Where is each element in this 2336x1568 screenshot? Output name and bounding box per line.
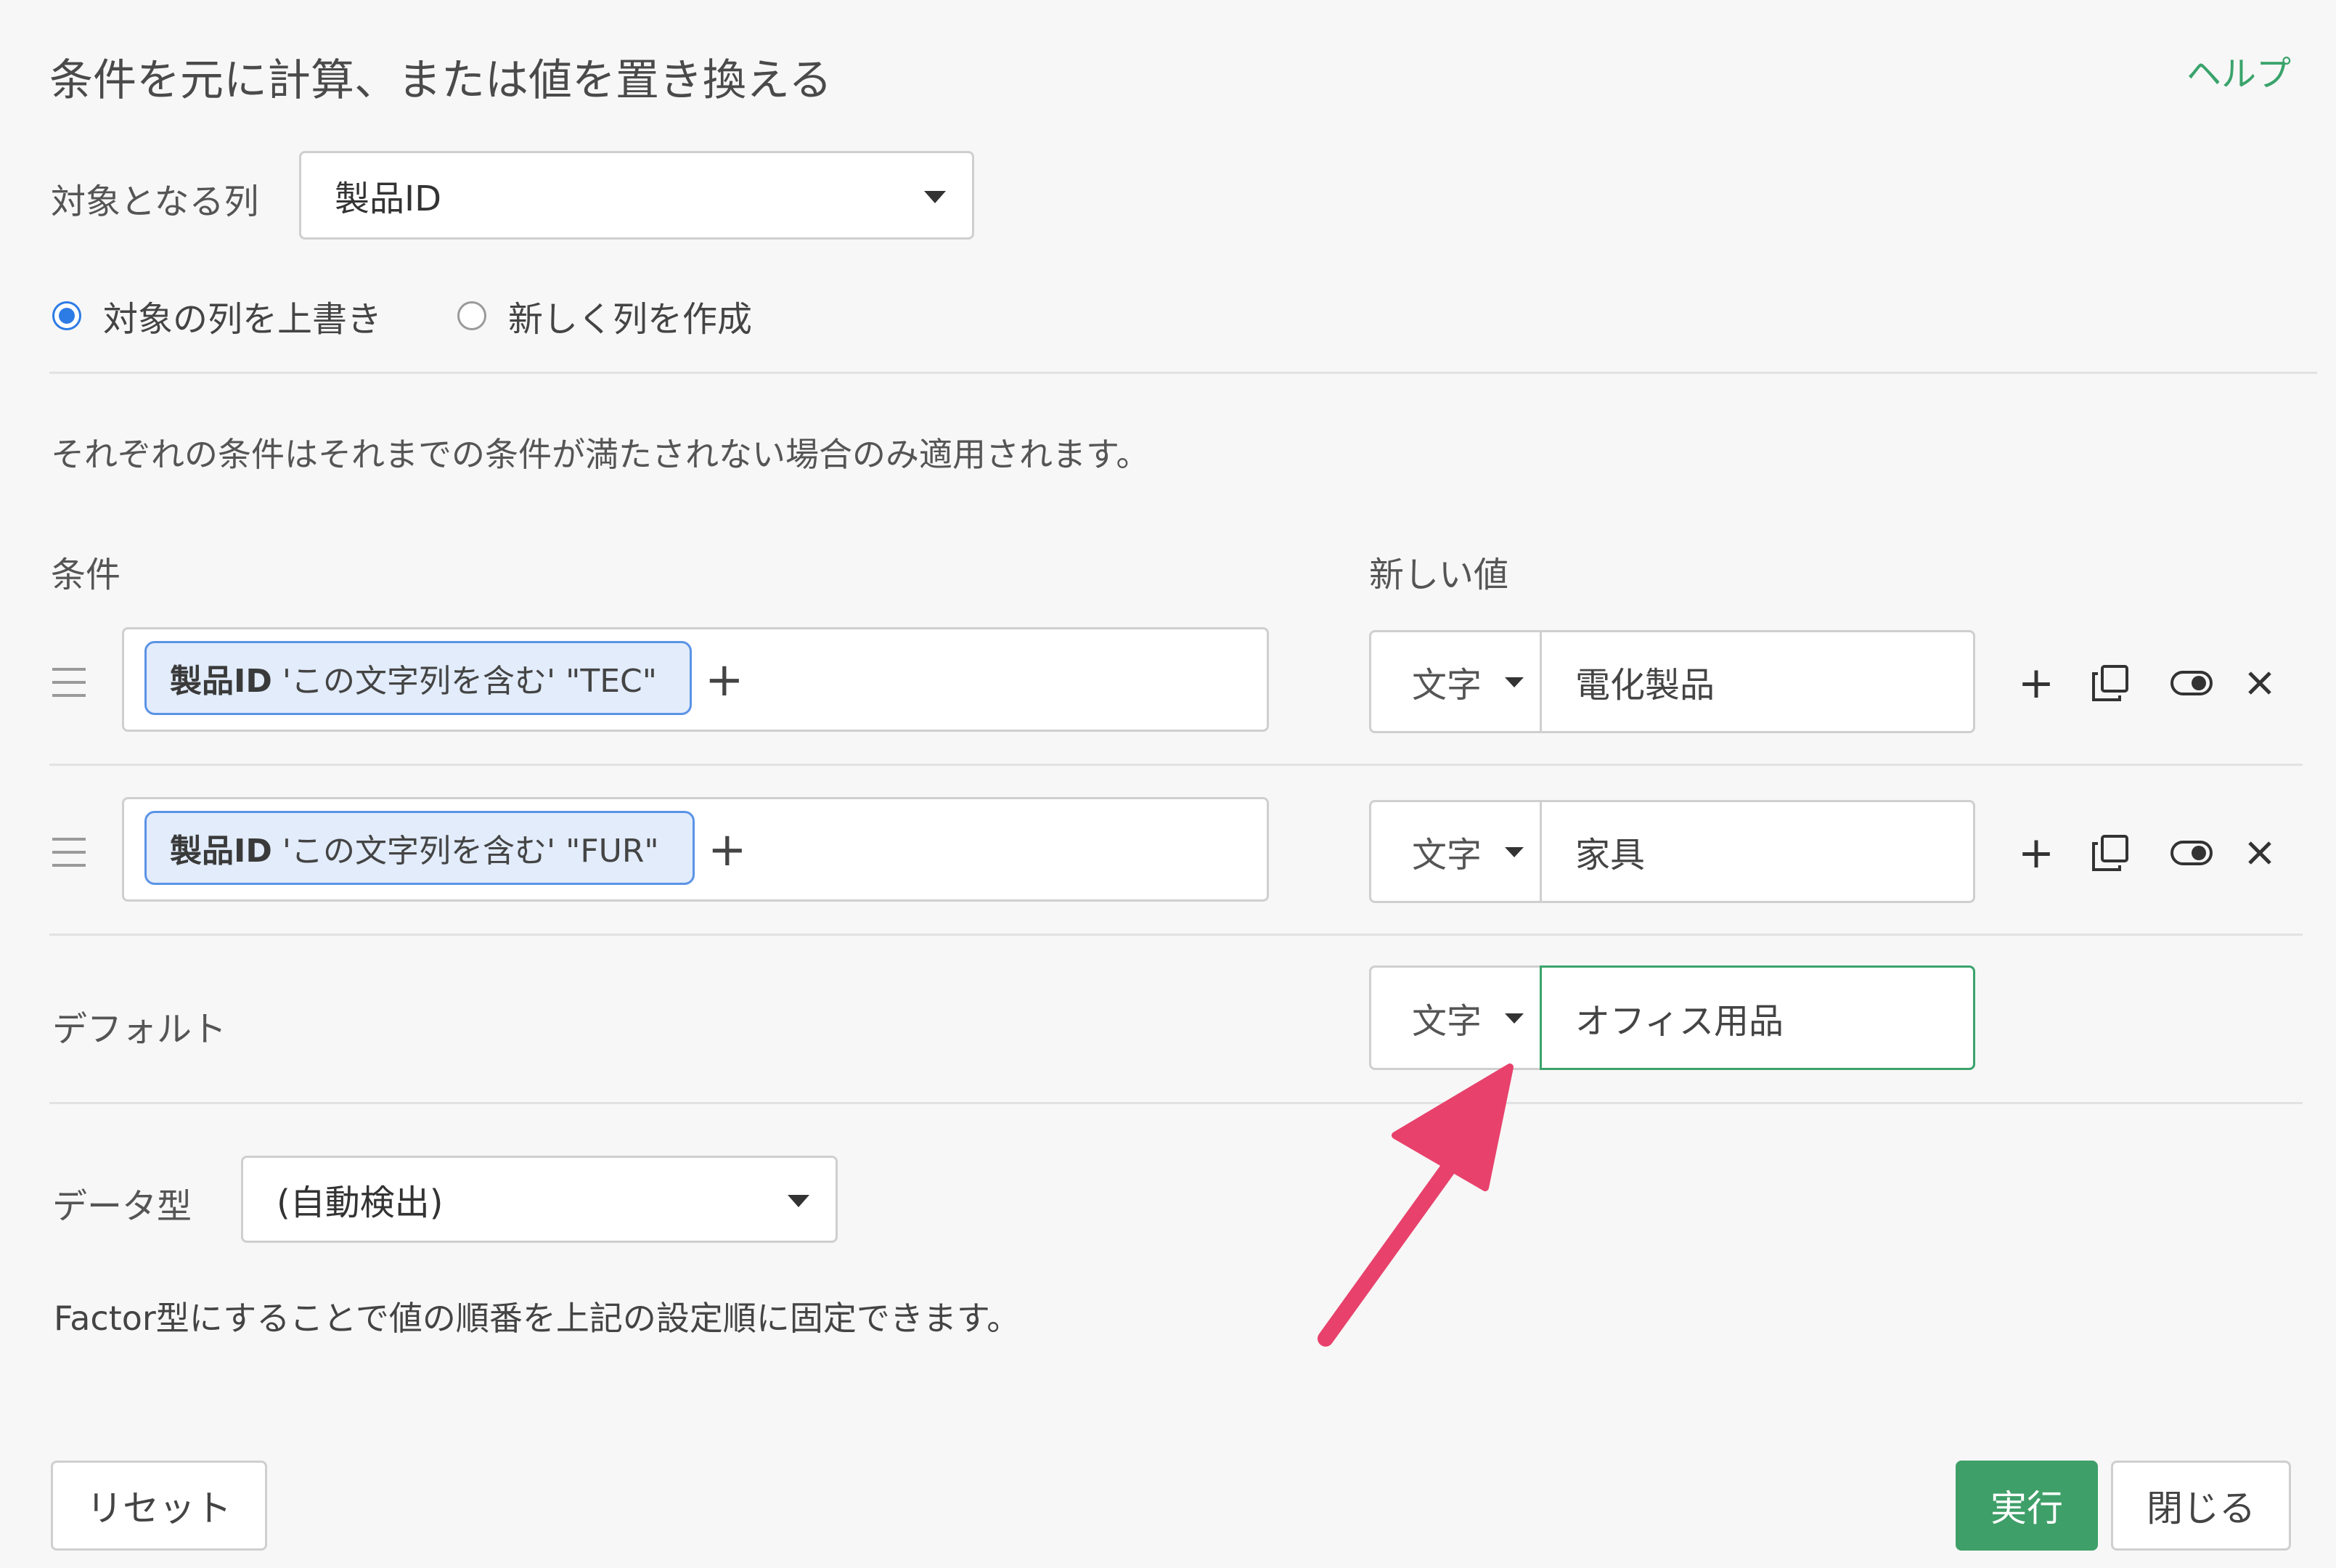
- close-icon[interactable]: [2234, 828, 2285, 878]
- default-value-input[interactable]: オフィス用品: [1540, 965, 1975, 1070]
- toggle-icon[interactable]: [2166, 828, 2217, 878]
- target-column-select[interactable]: 製品ID: [299, 151, 974, 240]
- drag-handle-icon[interactable]: [52, 668, 86, 707]
- default-label: デフォルト: [52, 1009, 227, 1050]
- chip-column: 製品ID: [170, 833, 272, 870]
- copy-icon[interactable]: [2085, 658, 2136, 709]
- help-link[interactable]: ヘルプ: [2186, 45, 2291, 96]
- info-text: それぞれの条件はそれまでの条件が満たされない場合のみ適用されます。: [51, 435, 1150, 474]
- radio-create[interactable]: 新しく列を作成: [457, 290, 752, 341]
- datatype-select[interactable]: (自動検出): [241, 1156, 838, 1243]
- target-column-label: 対象となる列: [51, 181, 259, 222]
- plus-icon[interactable]: +: [708, 827, 747, 873]
- chevron-down-icon: [924, 191, 946, 203]
- value-type-select[interactable]: 文字: [1369, 800, 1542, 903]
- run-button[interactable]: 実行: [1956, 1461, 2098, 1551]
- value-type-select[interactable]: 文字: [1369, 630, 1542, 733]
- radio-create-label: 新しく列を作成: [508, 299, 753, 340]
- drag-handle-icon[interactable]: [52, 838, 86, 877]
- radio-selected-icon: [52, 301, 81, 330]
- datatype-value: (自動検出): [277, 1183, 444, 1223]
- chevron-down-icon: [788, 1195, 809, 1207]
- value-type-label: 文字: [1412, 665, 1482, 706]
- reset-button[interactable]: リセット: [51, 1461, 267, 1551]
- radio-overwrite[interactable]: 対象の列を上書き: [52, 290, 382, 341]
- chip-column: 製品ID: [170, 663, 272, 700]
- copy-icon[interactable]: [2085, 828, 2136, 878]
- close-icon[interactable]: [2234, 658, 2285, 709]
- dialog-title: 条件を元に計算、または値を置き換える: [49, 55, 833, 106]
- radio-overwrite-label: 対象の列を上書き: [103, 299, 383, 340]
- value-type-label: 文字: [1412, 1001, 1482, 1042]
- target-column-value: 製品ID: [335, 179, 442, 219]
- chip-text: 'この文字列を含む' "FUR": [282, 833, 659, 870]
- factor-note: Factor型にすることで値の順番を上記の設定順に固定できます。: [54, 1299, 1021, 1338]
- arrow-annotation: [1318, 1063, 1514, 1347]
- divider: [49, 1102, 2303, 1104]
- condition-box[interactable]: 製品ID 'この文字列を含む' "TEC" +: [122, 627, 1269, 732]
- chevron-down-icon: [1505, 847, 1524, 857]
- condition-chip[interactable]: 製品ID 'この文字列を含む' "TEC": [144, 641, 692, 715]
- chevron-down-icon: [1505, 677, 1524, 687]
- condition-chip[interactable]: 製品ID 'この文字列を含む' "FUR": [144, 811, 695, 885]
- value-input[interactable]: 電化製品: [1540, 630, 1975, 733]
- radio-unselected-icon: [457, 301, 486, 330]
- new-value-header: 新しい値: [1369, 555, 1509, 595]
- value-type-label: 文字: [1412, 835, 1482, 875]
- divider: [49, 764, 2303, 766]
- close-button[interactable]: 閉じる: [2111, 1461, 2291, 1551]
- chip-text: 'この文字列を含む' "TEC": [282, 663, 657, 700]
- chevron-down-icon: [1505, 1013, 1524, 1024]
- plus-icon[interactable]: +: [2011, 828, 2062, 878]
- plus-icon[interactable]: +: [705, 657, 744, 703]
- condition-box[interactable]: 製品ID 'この文字列を含む' "FUR" +: [122, 797, 1269, 902]
- condition-header: 条件: [51, 555, 121, 595]
- value-input[interactable]: 家具: [1540, 800, 1975, 903]
- toggle-icon[interactable]: [2166, 658, 2217, 709]
- divider: [49, 934, 2303, 936]
- plus-icon[interactable]: +: [2011, 658, 2062, 709]
- datatype-label: データ型: [52, 1186, 192, 1227]
- divider: [49, 372, 2317, 374]
